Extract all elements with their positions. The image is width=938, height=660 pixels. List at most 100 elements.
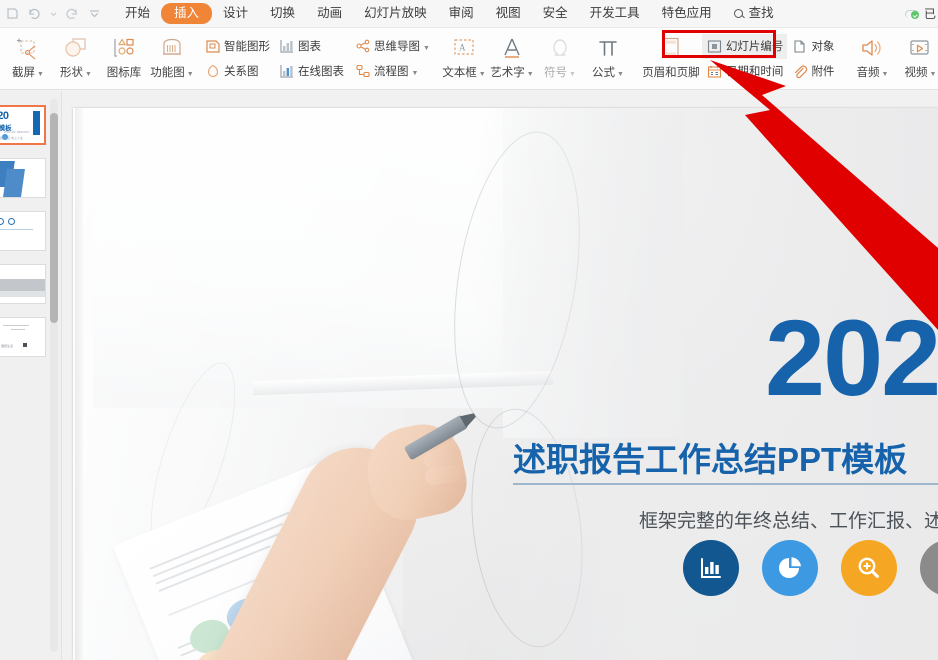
cloud-check-icon xyxy=(904,8,921,20)
attachment-button[interactable]: 附件 xyxy=(787,59,838,84)
ribbon-group-illustrations: 截屏 ▼ 形状 ▼ 图标库 功能图 ▼ xyxy=(0,28,196,89)
chevron-down-icon[interactable]: ▼ xyxy=(37,71,44,78)
tab-developer-tools[interactable]: 开发工具 xyxy=(579,3,651,24)
thumb4-band2 xyxy=(0,291,45,297)
bar-chart-icon[interactable] xyxy=(683,540,739,596)
find-label: 查找 xyxy=(748,6,774,20)
slide-editing-canvas[interactable]: 2020 述职报告工作总结PPT模板 框架完整的年终总结、工作汇报、述职报告 xyxy=(62,91,938,660)
tab-home[interactable]: 开始 xyxy=(114,3,161,24)
save-icon[interactable] xyxy=(2,4,22,24)
wordart-button[interactable]: 艺术字 ▼ xyxy=(488,30,536,88)
slide-thumbnail-panel[interactable]: 2020 PPT模板 ANNUAL REPORT 理想生活·向上人生 xyxy=(0,91,62,660)
tab-design[interactable]: 设计 xyxy=(212,3,259,24)
chevron-down-icon[interactable]: ▼ xyxy=(569,71,576,78)
textbox-icon: A xyxy=(451,33,477,63)
thumbnail-slide-4[interactable] xyxy=(0,264,46,304)
ribbon-group-media: 音频 ▼ 视频 ▼ xyxy=(848,28,938,89)
thumbnail-slide-3[interactable] xyxy=(0,211,46,251)
chevron-down-icon[interactable]: ▼ xyxy=(617,71,624,78)
tab-featured-apps[interactable]: 特色应用 xyxy=(651,3,723,24)
date-time-button[interactable]: 日期和时间 xyxy=(702,59,788,84)
undo-dropdown-icon[interactable] xyxy=(46,4,60,24)
flowchart-label: 流程图 xyxy=(374,66,409,78)
chart-button[interactable]: 图表 xyxy=(274,34,348,59)
object-button[interactable]: 对象 xyxy=(787,34,838,59)
notebook-icon[interactable] xyxy=(920,540,938,596)
slide-title-text[interactable]: 述职报告工作总结PPT模板 xyxy=(513,433,907,481)
slide-number-icon xyxy=(706,38,723,55)
tab-transitions[interactable]: 切换 xyxy=(259,3,306,24)
tab-insert[interactable]: 插入 xyxy=(161,3,213,24)
audio-label: 音频 xyxy=(856,67,880,79)
ribbon-tab-list: 开始 插入 设计 切换 动画 幻灯片放映 审阅 视图 安全 开发工具 特色应用 … xyxy=(114,3,785,24)
undo-icon[interactable] xyxy=(24,4,44,24)
audio-icon xyxy=(859,33,885,63)
smartart-button[interactable]: 智能图形 xyxy=(200,34,274,59)
formula-label: 公式 xyxy=(591,67,615,79)
current-slide[interactable]: 2020 述职报告工作总结PPT模板 框架完整的年终总结、工作汇报、述职报告 xyxy=(73,108,938,660)
slide-number-button[interactable]: 幻灯片编号 xyxy=(701,33,788,59)
thumbnail-slide-2[interactable] xyxy=(0,158,46,198)
thumb5-square xyxy=(23,343,27,347)
cloud-sync-status[interactable]: 已 xyxy=(904,5,936,22)
customize-qat-icon[interactable] xyxy=(84,4,104,24)
video-button[interactable]: 视频 ▼ xyxy=(896,30,938,88)
thumbnail-scrollbar-thumb[interactable] xyxy=(50,113,58,323)
thumb1-accent-bar xyxy=(33,111,40,135)
thumbnail-scrollbar-track[interactable] xyxy=(50,99,58,652)
header-footer-button[interactable]: 页眉和页脚 xyxy=(642,30,700,88)
formula-icon xyxy=(596,33,620,63)
chevron-down-icon[interactable]: ▼ xyxy=(479,71,486,78)
tab-security[interactable]: 安全 xyxy=(532,3,579,24)
slide-subtitle-text[interactable]: 框架完整的年终总结、工作汇报、述职报告 xyxy=(639,506,938,533)
ribbon-group-smartart: 智能图形 关系图 xyxy=(200,28,274,86)
flowchart-button[interactable]: 流程图 ▼ xyxy=(350,59,434,84)
tab-animations[interactable]: 动画 xyxy=(306,3,353,24)
chevron-down-icon[interactable]: ▼ xyxy=(85,71,92,78)
textbox-button[interactable]: A 文本框 ▼ xyxy=(440,30,488,88)
menu-bar: 开始 插入 设计 切换 动画 幻灯片放映 审阅 视图 安全 开发工具 特色应用 … xyxy=(0,0,938,28)
mindmap-button[interactable]: 思维导图 ▼ xyxy=(350,34,434,59)
chevron-down-icon[interactable]: ▼ xyxy=(423,45,430,52)
shapes-button[interactable]: 形状 ▼ xyxy=(52,30,100,88)
pie-chart-icon[interactable] xyxy=(762,540,818,596)
chevron-down-icon[interactable]: ▼ xyxy=(412,70,419,77)
icon-library-button[interactable]: 图标库 xyxy=(100,30,148,88)
thumbnail-slide-1[interactable]: 2020 PPT模板 ANNUAL REPORT 理想生活·向上人生 xyxy=(0,105,46,145)
ribbon-group-mindmap: 思维导图 ▼ 流程图 ▼ xyxy=(350,28,434,86)
magnifier-plus-icon[interactable] xyxy=(841,540,897,596)
formula-button[interactable]: 公式 ▼ xyxy=(584,30,632,88)
symbol-button[interactable]: 符号 ▼ xyxy=(536,30,584,88)
tab-review[interactable]: 审阅 xyxy=(438,3,485,24)
ribbon-group-headerfooter: 页眉和页脚 xyxy=(642,28,700,89)
redo-icon[interactable] xyxy=(62,4,82,24)
tab-find[interactable]: 查找 xyxy=(723,3,785,24)
screenshot-label: 截屏 xyxy=(12,67,36,79)
object-icon xyxy=(791,38,808,55)
chevron-down-icon[interactable]: ▼ xyxy=(929,71,936,78)
mindmap-icon xyxy=(354,38,371,55)
slide-number-label: 幻灯片编号 xyxy=(725,41,784,53)
thumb5-line-1 xyxy=(3,325,29,326)
audio-button[interactable]: 音频 ▼ xyxy=(848,30,896,88)
chevron-down-icon[interactable]: ▼ xyxy=(527,71,534,78)
online-chart-icon xyxy=(278,63,295,80)
function-chart-button[interactable]: 功能图 ▼ xyxy=(148,30,196,88)
thumb4-band xyxy=(0,279,45,291)
mindmap-label: 思维导图 xyxy=(374,41,420,53)
ribbon-group-text: A 文本框 ▼ 艺术字 ▼ 符号 ▼ 公式 ▼ xyxy=(440,28,632,89)
shapes-label: 形状 xyxy=(60,67,84,79)
relation-chart-button[interactable]: 关系图 xyxy=(200,59,274,84)
thumbnail-slide-5[interactable]: 理想生活 xyxy=(0,317,46,357)
chevron-down-icon[interactable]: ▼ xyxy=(881,71,888,78)
chevron-down-icon[interactable]: ▼ xyxy=(187,71,194,78)
relation-chart-label: 关系图 xyxy=(224,66,259,78)
flowchart-icon xyxy=(354,63,371,80)
online-chart-button[interactable]: 在线图表 xyxy=(274,59,348,84)
slide-year-text[interactable]: 2020 xyxy=(765,304,938,412)
screenshot-button[interactable]: 截屏 ▼ xyxy=(4,30,52,88)
thumb1-footer: 理想生活·向上人生 xyxy=(0,136,23,140)
symbol-icon xyxy=(548,33,572,63)
tab-view[interactable]: 视图 xyxy=(485,3,532,24)
tab-slideshow[interactable]: 幻灯片放映 xyxy=(353,3,438,24)
